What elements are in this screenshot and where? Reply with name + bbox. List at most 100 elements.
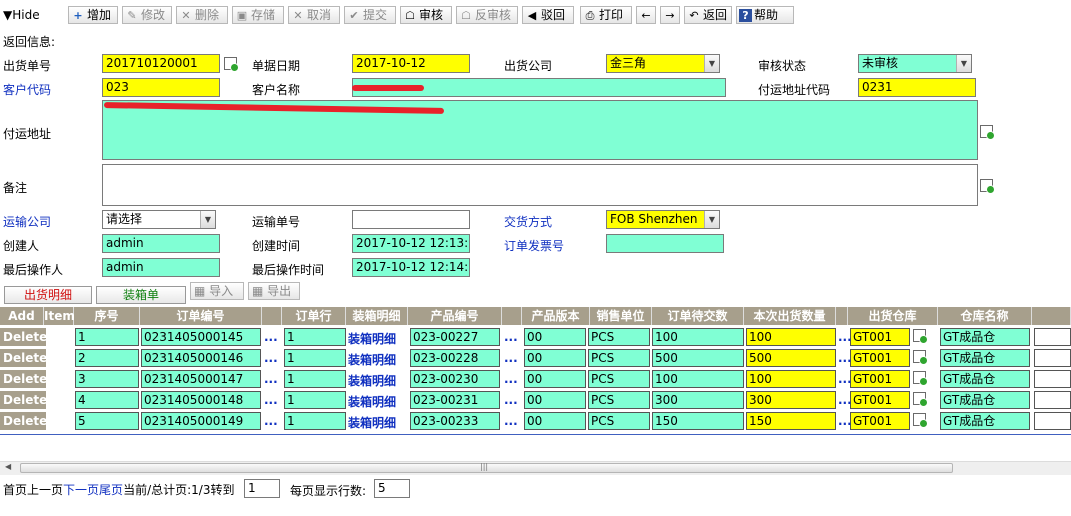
- goto-page-input[interactable]: 1: [244, 479, 280, 498]
- tab-packing-list[interactable]: 装箱单: [96, 286, 186, 304]
- delivery-method-label[interactable]: 交货方式: [504, 213, 552, 230]
- create-time-field[interactable]: 2017-10-12 12:13:56: [352, 234, 470, 253]
- chevron-down-icon[interactable]: ▼: [200, 211, 215, 228]
- product-cell[interactable]: 023-00233: [410, 412, 500, 430]
- seq-cell[interactable]: 4: [75, 391, 139, 409]
- rows-per-page-input[interactable]: 5: [374, 479, 410, 498]
- packing-detail-link[interactable]: 装箱明细: [348, 393, 396, 410]
- product-cell[interactable]: 023-00230: [410, 370, 500, 388]
- unit-cell[interactable]: PCS: [588, 391, 650, 409]
- prev-page-link[interactable]: 上一页: [27, 483, 63, 497]
- warehouse-picker-icon[interactable]: [913, 392, 928, 407]
- lookup-dots-button[interactable]: ...: [504, 372, 518, 386]
- reject-button[interactable]: ◀ 驳回: [522, 6, 574, 24]
- order-line-cell[interactable]: 1: [284, 370, 346, 388]
- unit-cell[interactable]: PCS: [588, 328, 650, 346]
- lookup-dots-button[interactable]: ...: [264, 414, 278, 428]
- last-op-time-field[interactable]: 2017-10-12 12:14:11: [352, 258, 470, 277]
- unit-cell[interactable]: PCS: [588, 349, 650, 367]
- extra-cell[interactable]: [1034, 328, 1071, 346]
- product-cell[interactable]: 023-00227: [410, 328, 500, 346]
- wh-name-cell[interactable]: GT成品仓: [940, 412, 1030, 430]
- unit-cell[interactable]: PCS: [588, 370, 650, 388]
- tab-shipment-detail[interactable]: 出货明细: [4, 286, 92, 304]
- version-cell[interactable]: 00: [524, 370, 586, 388]
- ship-company-select[interactable]: 金三角 ▼: [606, 54, 720, 73]
- shipment-no-picker-icon[interactable]: [224, 57, 239, 72]
- last-operator-field[interactable]: admin: [102, 258, 220, 277]
- version-cell[interactable]: 00: [524, 349, 586, 367]
- extra-cell[interactable]: [1034, 391, 1071, 409]
- seq-cell[interactable]: 1: [75, 328, 139, 346]
- remark-textarea[interactable]: [102, 164, 978, 206]
- doc-date-field[interactable]: 2017-10-12: [352, 54, 470, 73]
- scroll-left-icon[interactable]: ◀: [5, 462, 11, 471]
- packing-detail-link[interactable]: 装箱明细: [348, 372, 396, 389]
- delete-row-button[interactable]: Delete: [0, 370, 47, 388]
- order-no-cell[interactable]: 0231405000145: [141, 328, 261, 346]
- help-button[interactable]: ? 帮助: [736, 6, 794, 24]
- extra-cell[interactable]: [1034, 412, 1071, 430]
- carrier-label[interactable]: 运输公司: [3, 213, 51, 230]
- edit-button[interactable]: ✎ 修改: [122, 6, 172, 24]
- cancel-button[interactable]: ✕ 取消: [288, 6, 340, 24]
- next-page-link[interactable]: 下一页: [63, 483, 99, 497]
- lookup-dots-button[interactable]: ...: [838, 414, 852, 428]
- wh-cell[interactable]: GT001: [850, 370, 910, 388]
- pending-cell[interactable]: 100: [652, 328, 744, 346]
- add-button[interactable]: + 增加: [68, 6, 118, 24]
- order-line-cell[interactable]: 1: [284, 412, 346, 430]
- print-button[interactable]: ⎙ 打印: [580, 6, 632, 24]
- export-button[interactable]: ▦ 导出: [248, 282, 300, 300]
- order-invoice-field[interactable]: [606, 234, 724, 253]
- lookup-dots-button[interactable]: ...: [504, 351, 518, 365]
- save-button[interactable]: ▣ 存储: [232, 6, 284, 24]
- wh-cell[interactable]: GT001: [850, 391, 910, 409]
- version-cell[interactable]: 00: [524, 391, 586, 409]
- chevron-down-icon[interactable]: ▼: [704, 211, 719, 228]
- packing-detail-link[interactable]: 装箱明细: [348, 414, 396, 431]
- order-invoice-label[interactable]: 订单发票号: [504, 237, 564, 254]
- lookup-dots-button[interactable]: ...: [504, 414, 518, 428]
- ship-cell[interactable]: 150: [746, 412, 836, 430]
- order-line-cell[interactable]: 1: [284, 391, 346, 409]
- last-page-link[interactable]: 尾页: [99, 483, 123, 497]
- unit-cell[interactable]: PCS: [588, 412, 650, 430]
- pending-cell[interactable]: 500: [652, 349, 744, 367]
- version-cell[interactable]: 00: [524, 412, 586, 430]
- customer-code-label[interactable]: 客户代码: [3, 81, 51, 98]
- seq-cell[interactable]: 5: [75, 412, 139, 430]
- delete-row-button[interactable]: Delete: [0, 328, 47, 346]
- ship-cell[interactable]: 500: [746, 349, 836, 367]
- ship-address-picker-icon[interactable]: [980, 125, 995, 140]
- audit-status-select[interactable]: 未审核 ▼: [858, 54, 972, 73]
- product-cell[interactable]: 023-00231: [410, 391, 500, 409]
- seq-cell[interactable]: 2: [75, 349, 139, 367]
- wh-name-cell[interactable]: GT成品仓: [940, 391, 1030, 409]
- lookup-dots-button[interactable]: ...: [838, 372, 852, 386]
- back-button[interactable]: ↶ 返回: [684, 6, 732, 24]
- wh-cell[interactable]: GT001: [850, 328, 910, 346]
- lookup-dots-button[interactable]: ...: [504, 330, 518, 344]
- lookup-dots-button[interactable]: ...: [504, 393, 518, 407]
- ship-cell[interactable]: 300: [746, 391, 836, 409]
- order-line-cell[interactable]: 1: [284, 349, 346, 367]
- customer-code-field[interactable]: 023: [102, 78, 220, 97]
- wh-cell[interactable]: GT001: [850, 349, 910, 367]
- chevron-down-icon[interactable]: ▼: [956, 55, 971, 72]
- seq-cell[interactable]: 3: [75, 370, 139, 388]
- warehouse-picker-icon[interactable]: [913, 371, 928, 386]
- ship-address-code-field[interactable]: 0231: [858, 78, 976, 97]
- pending-cell[interactable]: 300: [652, 391, 744, 409]
- first-page-link[interactable]: 首页: [3, 483, 27, 497]
- order-no-cell[interactable]: 0231405000149: [141, 412, 261, 430]
- shipment-no-field[interactable]: 201710120001: [102, 54, 220, 73]
- lookup-dots-button[interactable]: ...: [264, 330, 278, 344]
- lookup-dots-button[interactable]: ...: [264, 372, 278, 386]
- pending-cell[interactable]: 100: [652, 370, 744, 388]
- warehouse-picker-icon[interactable]: [913, 329, 928, 344]
- packing-detail-link[interactable]: 装箱明细: [348, 330, 396, 347]
- lookup-dots-button[interactable]: ...: [838, 330, 852, 344]
- lookup-dots-button[interactable]: ...: [838, 393, 852, 407]
- order-no-cell[interactable]: 0231405000147: [141, 370, 261, 388]
